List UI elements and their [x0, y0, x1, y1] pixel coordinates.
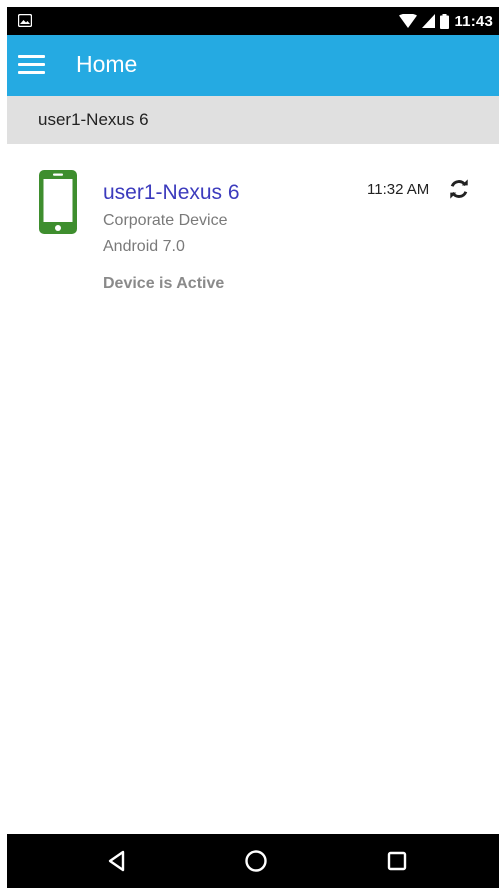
- app-screen: 11:43 Home user1-Nexus 6 user1-Nexus 6 C…: [7, 7, 499, 888]
- sync-icon[interactable]: [448, 178, 470, 200]
- app-bar: Home: [7, 35, 499, 96]
- hamburger-menu-icon[interactable]: [18, 53, 46, 77]
- recents-icon[interactable]: [384, 848, 410, 874]
- device-type: Corporate Device: [103, 212, 228, 229]
- status-time: 11:43: [454, 12, 493, 30]
- battery-icon: [440, 13, 450, 29]
- last-sync-time: 11:32 AM: [367, 181, 430, 198]
- status-indicators: 11:43: [399, 11, 493, 31]
- back-icon[interactable]: [104, 848, 130, 874]
- section-header: user1-Nexus 6: [7, 96, 499, 144]
- device-name: user1-Nexus 6: [103, 181, 240, 204]
- device-status: Device is Active: [103, 275, 225, 292]
- device-list-item[interactable]: user1-Nexus 6 Corporate Device Android 7…: [7, 144, 499, 304]
- smartphone-icon: [39, 170, 77, 234]
- wifi-icon: [399, 14, 418, 28]
- section-title: user1-Nexus 6: [38, 110, 149, 129]
- device-os: Android 7.0: [103, 238, 185, 255]
- status-bar: 11:43: [7, 7, 499, 35]
- page-title: Home: [76, 51, 138, 77]
- home-icon[interactable]: [243, 848, 269, 874]
- navigation-bar: [7, 834, 499, 888]
- signal-icon: [422, 14, 436, 28]
- image-notification-icon: [18, 14, 32, 27]
